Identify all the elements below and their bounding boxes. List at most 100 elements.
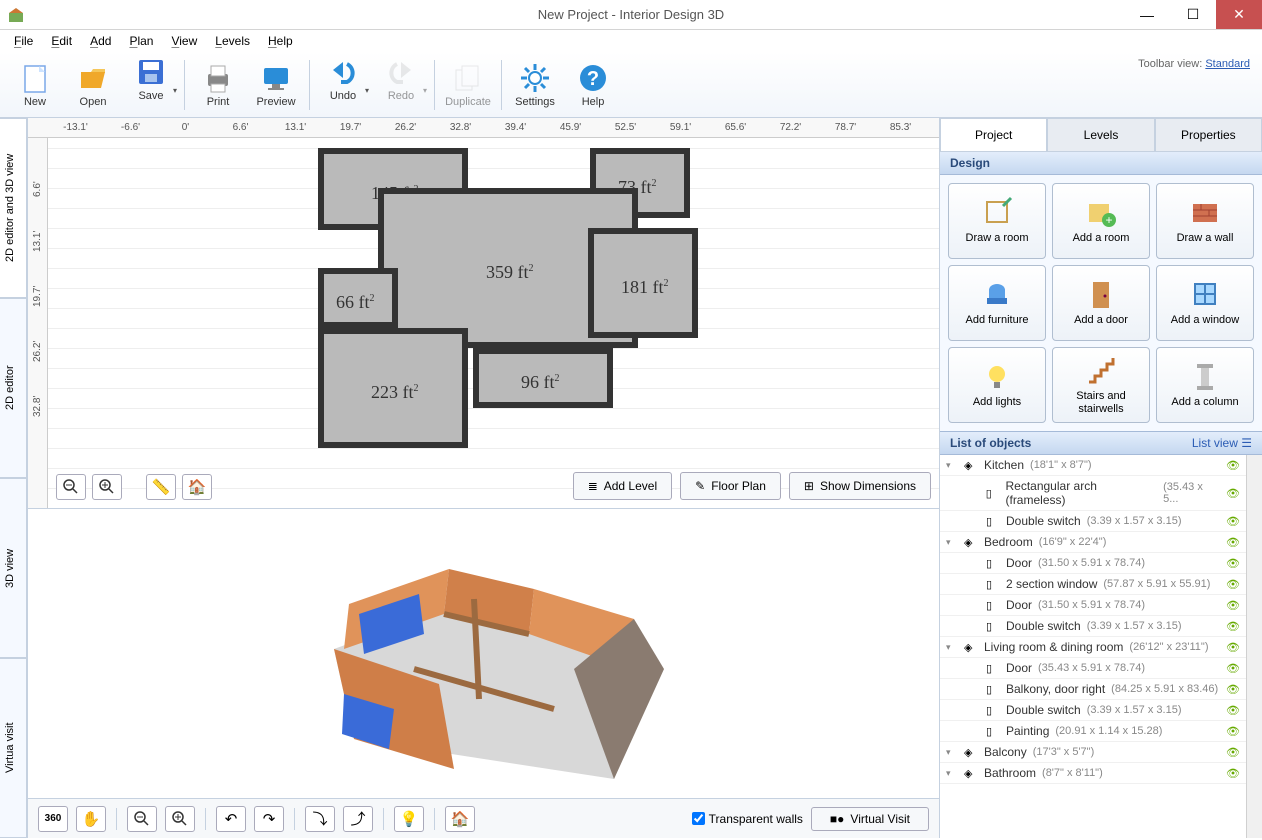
object-list-item[interactable]: ▾◈Living room & dining room (26'12" x 23… [940, 637, 1246, 658]
object-list-item[interactable]: ▯Painting (20.91 x 1.14 x 15.28)👁 [940, 721, 1246, 742]
object-list-item[interactable]: ▯Double switch (3.39 x 1.57 x 3.15)👁 [940, 616, 1246, 637]
visibility-eye-icon[interactable]: 👁 [1226, 620, 1240, 633]
visibility-eye-icon[interactable]: 👁 [1226, 641, 1240, 654]
object-list-item[interactable]: ▯Rectangular arch (frameless) (35.43 x 5… [940, 476, 1246, 511]
pan-button[interactable]: ✋ [76, 806, 106, 832]
object-list-item[interactable]: ▯Double switch (3.39 x 1.57 x 3.15)👁 [940, 700, 1246, 721]
preview-button[interactable]: Preview [247, 57, 305, 113]
zoom-in-button[interactable] [92, 474, 122, 500]
ruler-tool-button[interactable]: 📏 [146, 474, 176, 500]
redo-button[interactable]: Redo [372, 57, 430, 113]
rotate-ccw-button[interactable]: ↶ [216, 806, 246, 832]
object-list-item[interactable]: ▯Door (31.50 x 5.91 x 78.74)👁 [940, 553, 1246, 574]
home-button[interactable]: 🏠 [182, 474, 212, 500]
tab-properties[interactable]: Properties [1155, 118, 1262, 151]
menu-help[interactable]: Help [260, 32, 301, 50]
help-button[interactable]: ?Help [564, 57, 622, 113]
visibility-eye-icon[interactable]: 👁 [1226, 683, 1240, 696]
visibility-eye-icon[interactable]: 👁 [1226, 746, 1240, 759]
add-level-button[interactable]: ≣Add Level [573, 472, 672, 500]
zoom-out-3d-button[interactable] [127, 806, 157, 832]
vtab-combo[interactable]: 2D editor and 3D view [0, 118, 27, 298]
zoom-out-button[interactable] [56, 474, 86, 500]
scrollbar[interactable] [1246, 455, 1262, 838]
toolbar-view-selector[interactable]: Toolbar view: Standard [1138, 58, 1250, 70]
object-list[interactable]: ▾◈Kitchen (18'1" x 8'7")👁▯Rectangular ar… [940, 455, 1246, 838]
addroom-button[interactable]: +Add a room [1052, 183, 1150, 259]
menu-plan[interactable]: Plan [121, 32, 161, 50]
vtab-2d[interactable]: 2D editor [0, 298, 27, 478]
visibility-eye-icon[interactable]: 👁 [1226, 536, 1240, 549]
addfurniture-button[interactable]: Add furniture [948, 265, 1046, 341]
vtab-visit[interactable]: Virtua visit [0, 658, 27, 838]
adddoor-button[interactable]: Add a door [1052, 265, 1150, 341]
close-button[interactable]: ✕ [1216, 0, 1262, 29]
vtab-3d[interactable]: 3D view [0, 478, 27, 658]
menu-view[interactable]: View [163, 32, 205, 50]
addlights-button[interactable]: Add lights [948, 347, 1046, 423]
save-button[interactable]: Save [122, 57, 180, 113]
undo-button[interactable]: Undo [314, 57, 372, 113]
tab-levels[interactable]: Levels [1047, 118, 1154, 151]
tab-project[interactable]: Project [940, 118, 1047, 151]
menu-levels[interactable]: Levels [207, 32, 258, 50]
open-button[interactable]: Open [64, 57, 122, 113]
drawwall-button[interactable]: Draw a wall [1156, 183, 1254, 259]
menu-file[interactable]: File [6, 32, 41, 50]
visibility-eye-icon[interactable]: 👁 [1226, 767, 1240, 780]
object-list-item[interactable]: ▾◈Kitchen (18'1" x 8'7")👁 [940, 455, 1246, 476]
object-list-item[interactable]: ▯Balkony, door right (84.25 x 5.91 x 83.… [940, 679, 1246, 700]
expand-icon[interactable]: ▾ [946, 768, 958, 779]
floorplan-canvas[interactable]: 145 ft273 ft2359 ft2181 ft266 ft2223 ft2… [298, 148, 758, 488]
object-list-item[interactable]: ▯Double switch (3.39 x 1.57 x 3.15)👁 [940, 511, 1246, 532]
object-list-item[interactable]: ▾◈Bathroom (8'7" x 8'11")👁 [940, 763, 1246, 784]
visibility-eye-icon[interactable]: 👁 [1226, 515, 1240, 528]
object-list-item[interactable]: ▯Door (35.43 x 5.91 x 78.74)👁 [940, 658, 1246, 679]
menu-edit[interactable]: Edit [43, 32, 80, 50]
expand-icon[interactable]: ▾ [946, 537, 958, 548]
light-toggle-button[interactable]: 💡 [394, 806, 424, 832]
room[interactable]: 66 ft2 [318, 268, 398, 328]
visibility-eye-icon[interactable]: 👁 [1226, 599, 1240, 612]
editor-2d-pane[interactable]: 6.6'13.1'19.7'26.2'32.8' 145 ft273 ft235… [28, 138, 939, 508]
visibility-eye-icon[interactable]: 👁 [1226, 662, 1240, 675]
rotate-cw-button[interactable]: ↷ [254, 806, 284, 832]
expand-icon[interactable]: ▾ [946, 642, 958, 653]
rotate-360-button[interactable]: 360 [38, 806, 68, 832]
expand-icon[interactable]: ▾ [946, 747, 958, 758]
zoom-in-3d-button[interactable] [165, 806, 195, 832]
visibility-eye-icon[interactable]: 👁 [1226, 459, 1240, 472]
visibility-eye-icon[interactable]: 👁 [1226, 487, 1240, 500]
visibility-eye-icon[interactable]: 👁 [1226, 725, 1240, 738]
menu-add[interactable]: Add [82, 32, 119, 50]
3d-viewport[interactable] [28, 509, 939, 798]
duplicate-button[interactable]: Duplicate [439, 57, 497, 113]
room[interactable]: 223 ft2 [318, 328, 468, 448]
visibility-eye-icon[interactable]: 👁 [1226, 578, 1240, 591]
object-list-item[interactable]: ▾◈Balcony (17'3" x 5'7")👁 [940, 742, 1246, 763]
settings-button[interactable]: Settings [506, 57, 564, 113]
maximize-button[interactable]: ☐ [1170, 0, 1216, 29]
transparent-walls-checkbox[interactable]: Transparent walls [692, 812, 803, 826]
editor-3d-pane[interactable]: 360 ✋ ↶ ↷ ⤵ ⤴ 💡 🏠 [28, 508, 939, 838]
show-dimensions-button[interactable]: ⊞Show Dimensions [789, 472, 931, 500]
new-button[interactable]: New [6, 57, 64, 113]
room[interactable]: 181 ft2 [588, 228, 698, 338]
visibility-eye-icon[interactable]: 👁 [1226, 704, 1240, 717]
object-list-item[interactable]: ▯2 section window (57.87 x 5.91 x 55.91)… [940, 574, 1246, 595]
object-list-item[interactable]: ▾◈Bedroom (16'9" x 22'4")👁 [940, 532, 1246, 553]
floor-plan-button[interactable]: ✎Floor Plan [680, 472, 781, 500]
stairs-button[interactable]: Stairs and stairwells [1052, 347, 1150, 423]
home-3d-button[interactable]: 🏠 [445, 806, 475, 832]
drawroom-button[interactable]: Draw a room [948, 183, 1046, 259]
addcolumn-button[interactable]: Add a column [1156, 347, 1254, 423]
list-view-toggle[interactable]: List view ☰ [1192, 436, 1252, 450]
minimize-button[interactable]: — [1124, 0, 1170, 29]
print-button[interactable]: Print [189, 57, 247, 113]
visibility-eye-icon[interactable]: 👁 [1226, 557, 1240, 570]
room[interactable]: 96 ft2 [473, 348, 613, 408]
virtual-visit-button[interactable]: ■● Virtual Visit [811, 807, 929, 831]
object-list-item[interactable]: ▯Door (31.50 x 5.91 x 78.74)👁 [940, 595, 1246, 616]
tilt-down-button[interactable]: ⤵ [305, 806, 335, 832]
addwindow-button[interactable]: Add a window [1156, 265, 1254, 341]
